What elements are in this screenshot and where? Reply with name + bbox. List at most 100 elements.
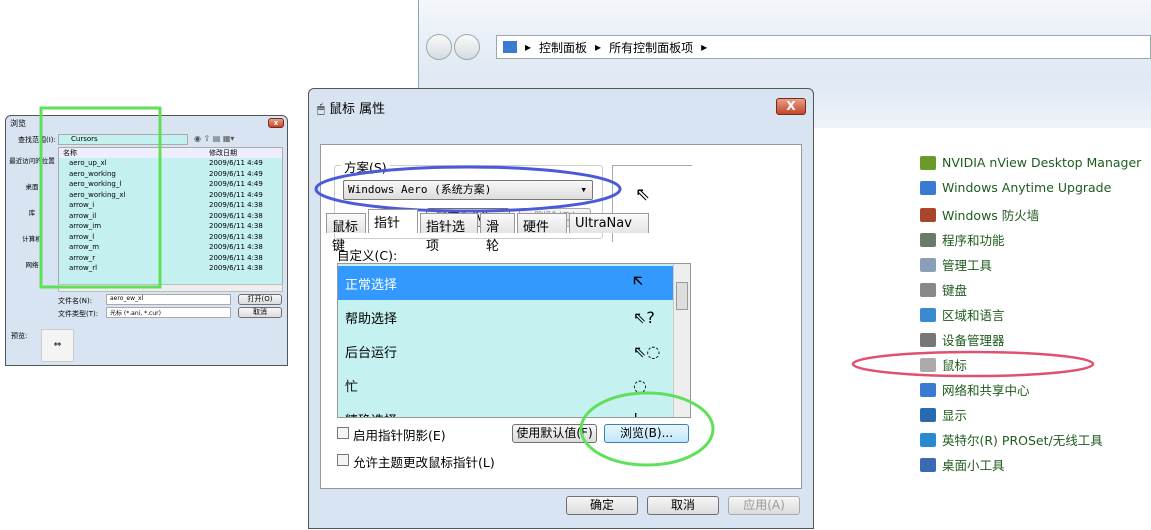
browse-button[interactable]: 浏览(B)... <box>604 424 689 443</box>
cp-item-label: 网络和共享中心 <box>942 383 1030 398</box>
forward-button[interactable] <box>454 34 480 60</box>
cp-item-label: 鼠标 <box>942 358 968 373</box>
places-bar: 最近访问的位置 桌面库计算机 网络 <box>8 148 56 288</box>
chevron-right-icon: ▸ <box>525 40 532 54</box>
open-button[interactable]: 打开(O) <box>238 294 282 305</box>
close-button[interactable]: X <box>776 98 806 115</box>
file-row[interactable]: arrow_im 2009/6/11 4:38 <box>59 221 282 232</box>
filename-label: 文件名(N): <box>58 297 93 305</box>
tab-3[interactable]: 滑轮 <box>480 213 515 254</box>
cp-item[interactable]: Windows Anytime Upgrade <box>920 180 1111 195</box>
file-row[interactable]: arrow_m 2009/6/11 4:38 <box>59 242 282 253</box>
cp-item[interactable]: Windows 防火墙 <box>920 205 1039 224</box>
cp-item[interactable]: 程序和功能 <box>920 230 1005 249</box>
shadow-label[interactable]: 启用指针阴影(E) <box>353 425 446 444</box>
toolbar-icons[interactable]: ◉ ⇧ ▤ ▦▾ <box>194 134 234 143</box>
cancel-button[interactable]: 取消 <box>238 307 282 318</box>
cursor-icon: | <box>633 410 638 418</box>
filetype-label: 文件类型(T): <box>58 310 99 318</box>
cp-item[interactable]: 桌面小工具 <box>920 455 1005 474</box>
ok-button[interactable]: 确定 <box>566 496 638 515</box>
cp-item[interactable]: NVIDIA nView Desktop Manager <box>920 155 1141 170</box>
cp-item[interactable]: 网络和共享中心 <box>920 380 1030 399</box>
tab-0[interactable]: 鼠标键 <box>326 213 366 254</box>
cp-item-label: 设备管理器 <box>942 333 1005 348</box>
column-name[interactable]: 名称 <box>59 148 209 158</box>
pointer-row[interactable]: 帮助选择 ⇖? <box>338 300 674 334</box>
cp-item[interactable]: 鼠标 <box>920 355 967 374</box>
cp-item[interactable]: 管理工具 <box>920 255 992 274</box>
tab-4[interactable]: 硬件 <box>517 213 567 235</box>
cp-item[interactable]: 区域和语言 <box>920 305 1005 324</box>
mouse-icon <box>920 357 936 372</box>
nvidia-icon <box>920 155 936 170</box>
look-in-label: 查找范围(I): <box>18 136 56 144</box>
cp-item-label: 区域和语言 <box>942 308 1005 323</box>
cp-item[interactable]: 英特尔(R) PROSet/无线工具 <box>920 430 1103 449</box>
cancel-button[interactable]: 取消 <box>647 496 719 515</box>
pointer-row[interactable]: 精确选择 | <box>338 402 674 418</box>
pointer-list[interactable]: 正常选择🡬帮助选择⇖? 后台运行 ⇖◌ 忙◌精确选择| <box>337 263 691 418</box>
horizontal-scrollbar[interactable] <box>58 284 283 292</box>
cp-item[interactable]: 设备管理器 <box>920 330 1005 349</box>
close-button[interactable]: x <box>268 118 284 128</box>
use-default-button[interactable]: 使用默认值(F) <box>512 424 597 443</box>
file-row[interactable]: arrow_il 2009/6/11 4:38 <box>59 211 282 222</box>
cp-item[interactable]: 键盘 <box>920 280 967 299</box>
scrollbar-thumb[interactable] <box>676 282 688 310</box>
cp-item-label: 程序和功能 <box>942 233 1005 248</box>
breadcrumb-all-items[interactable]: 所有控制面板项 <box>609 39 693 56</box>
preview-box: ⇔ <box>41 329 74 362</box>
pointer-label: 正常选择 <box>345 277 398 293</box>
pointer-row[interactable]: 正常选择 🡬 <box>338 266 674 300</box>
wireless-icon <box>920 432 936 447</box>
file-row[interactable]: arrow_rl 2009/6/11 4:38 <box>59 263 282 274</box>
file-row[interactable]: arrow_r 2009/6/11 4:38 <box>59 253 282 264</box>
chevron-right-icon: ▸ <box>595 40 602 54</box>
pointer-row[interactable]: 后台运行 ⇖◌ <box>338 334 674 368</box>
file-row[interactable]: aero_working_l 2009/6/11 4:49 <box>59 179 282 190</box>
theme-checkbox[interactable] <box>337 454 349 466</box>
shadow-checkbox[interactable] <box>337 427 349 439</box>
place-item[interactable]: 桌面 <box>8 174 56 200</box>
vertical-scrollbar[interactable] <box>673 264 690 417</box>
pointer-label: 忙 <box>345 379 359 395</box>
filename-input[interactable]: aero_ew_xl <box>106 294 231 305</box>
tab-5[interactable]: UltraNav <box>569 213 649 233</box>
pointer-label: 帮助选择 <box>345 311 398 327</box>
place-item[interactable]: 网络 <box>8 252 56 278</box>
cp-item-label: 键盘 <box>942 283 968 298</box>
tab-2[interactable]: 指针选项 <box>420 213 478 254</box>
globe-icon <box>920 307 936 322</box>
theme-label[interactable]: 允许主题更改鼠标指针(L) <box>353 452 495 471</box>
cp-item-label: 桌面小工具 <box>942 458 1005 473</box>
arrow-cursor-icon: ⇖ <box>635 184 651 205</box>
back-button[interactable] <box>426 34 452 60</box>
place-item[interactable]: 计算机 <box>8 226 56 252</box>
place-item[interactable]: 库 <box>8 200 56 226</box>
column-date[interactable]: 修改日期 <box>209 148 237 158</box>
scheme-label: 方案(S) <box>341 157 390 176</box>
file-list[interactable]: 名称 修改日期 aero_up_xl 2009/6/11 4:49 aero_work… <box>58 147 283 285</box>
pointer-label: 后台运行 <box>345 345 398 361</box>
tab-1[interactable]: 指针 <box>368 209 418 233</box>
file-row[interactable]: arrow_l 2009/6/11 4:38 <box>59 232 282 243</box>
place-item[interactable]: 最近访问的位置 <box>8 148 56 174</box>
look-in-dropdown[interactable]: Cursors <box>58 134 188 145</box>
pointer-row[interactable]: 忙 ◌ <box>338 368 674 402</box>
file-row[interactable]: arrow_i 2009/6/11 4:38 <box>59 200 282 211</box>
cp-item[interactable]: 显示 <box>920 405 967 424</box>
programs-icon <box>920 232 936 247</box>
address-bar[interactable]: ▸ 控制面板 ▸ 所有控制面板项 ▸ <box>496 35 1151 59</box>
file-row[interactable]: aero_working_xl 2009/6/11 4:49 <box>59 190 282 201</box>
cursor-icon: ⇖◌ <box>633 341 661 361</box>
mouse-properties-dialog: 🖱 鼠标 属性 X 方案(S) Windows Aero (系统方案)▾ 另存为… <box>308 88 814 529</box>
file-row[interactable]: aero_working 2009/6/11 4:49 <box>59 169 282 180</box>
file-row[interactable]: aero_up_xl 2009/6/11 4:49 <box>59 158 282 169</box>
list-header: 名称 修改日期 <box>59 148 282 158</box>
scheme-dropdown[interactable]: Windows Aero (系统方案) ▾ <box>343 180 593 200</box>
dialog-title: 🖱 鼠标 属性 <box>317 102 386 117</box>
breadcrumb-control-panel[interactable]: 控制面板 <box>539 39 587 56</box>
filetype-dropdown[interactable]: 光标 (*.ani, *.cur) <box>106 307 231 318</box>
network-icon <box>920 382 936 397</box>
